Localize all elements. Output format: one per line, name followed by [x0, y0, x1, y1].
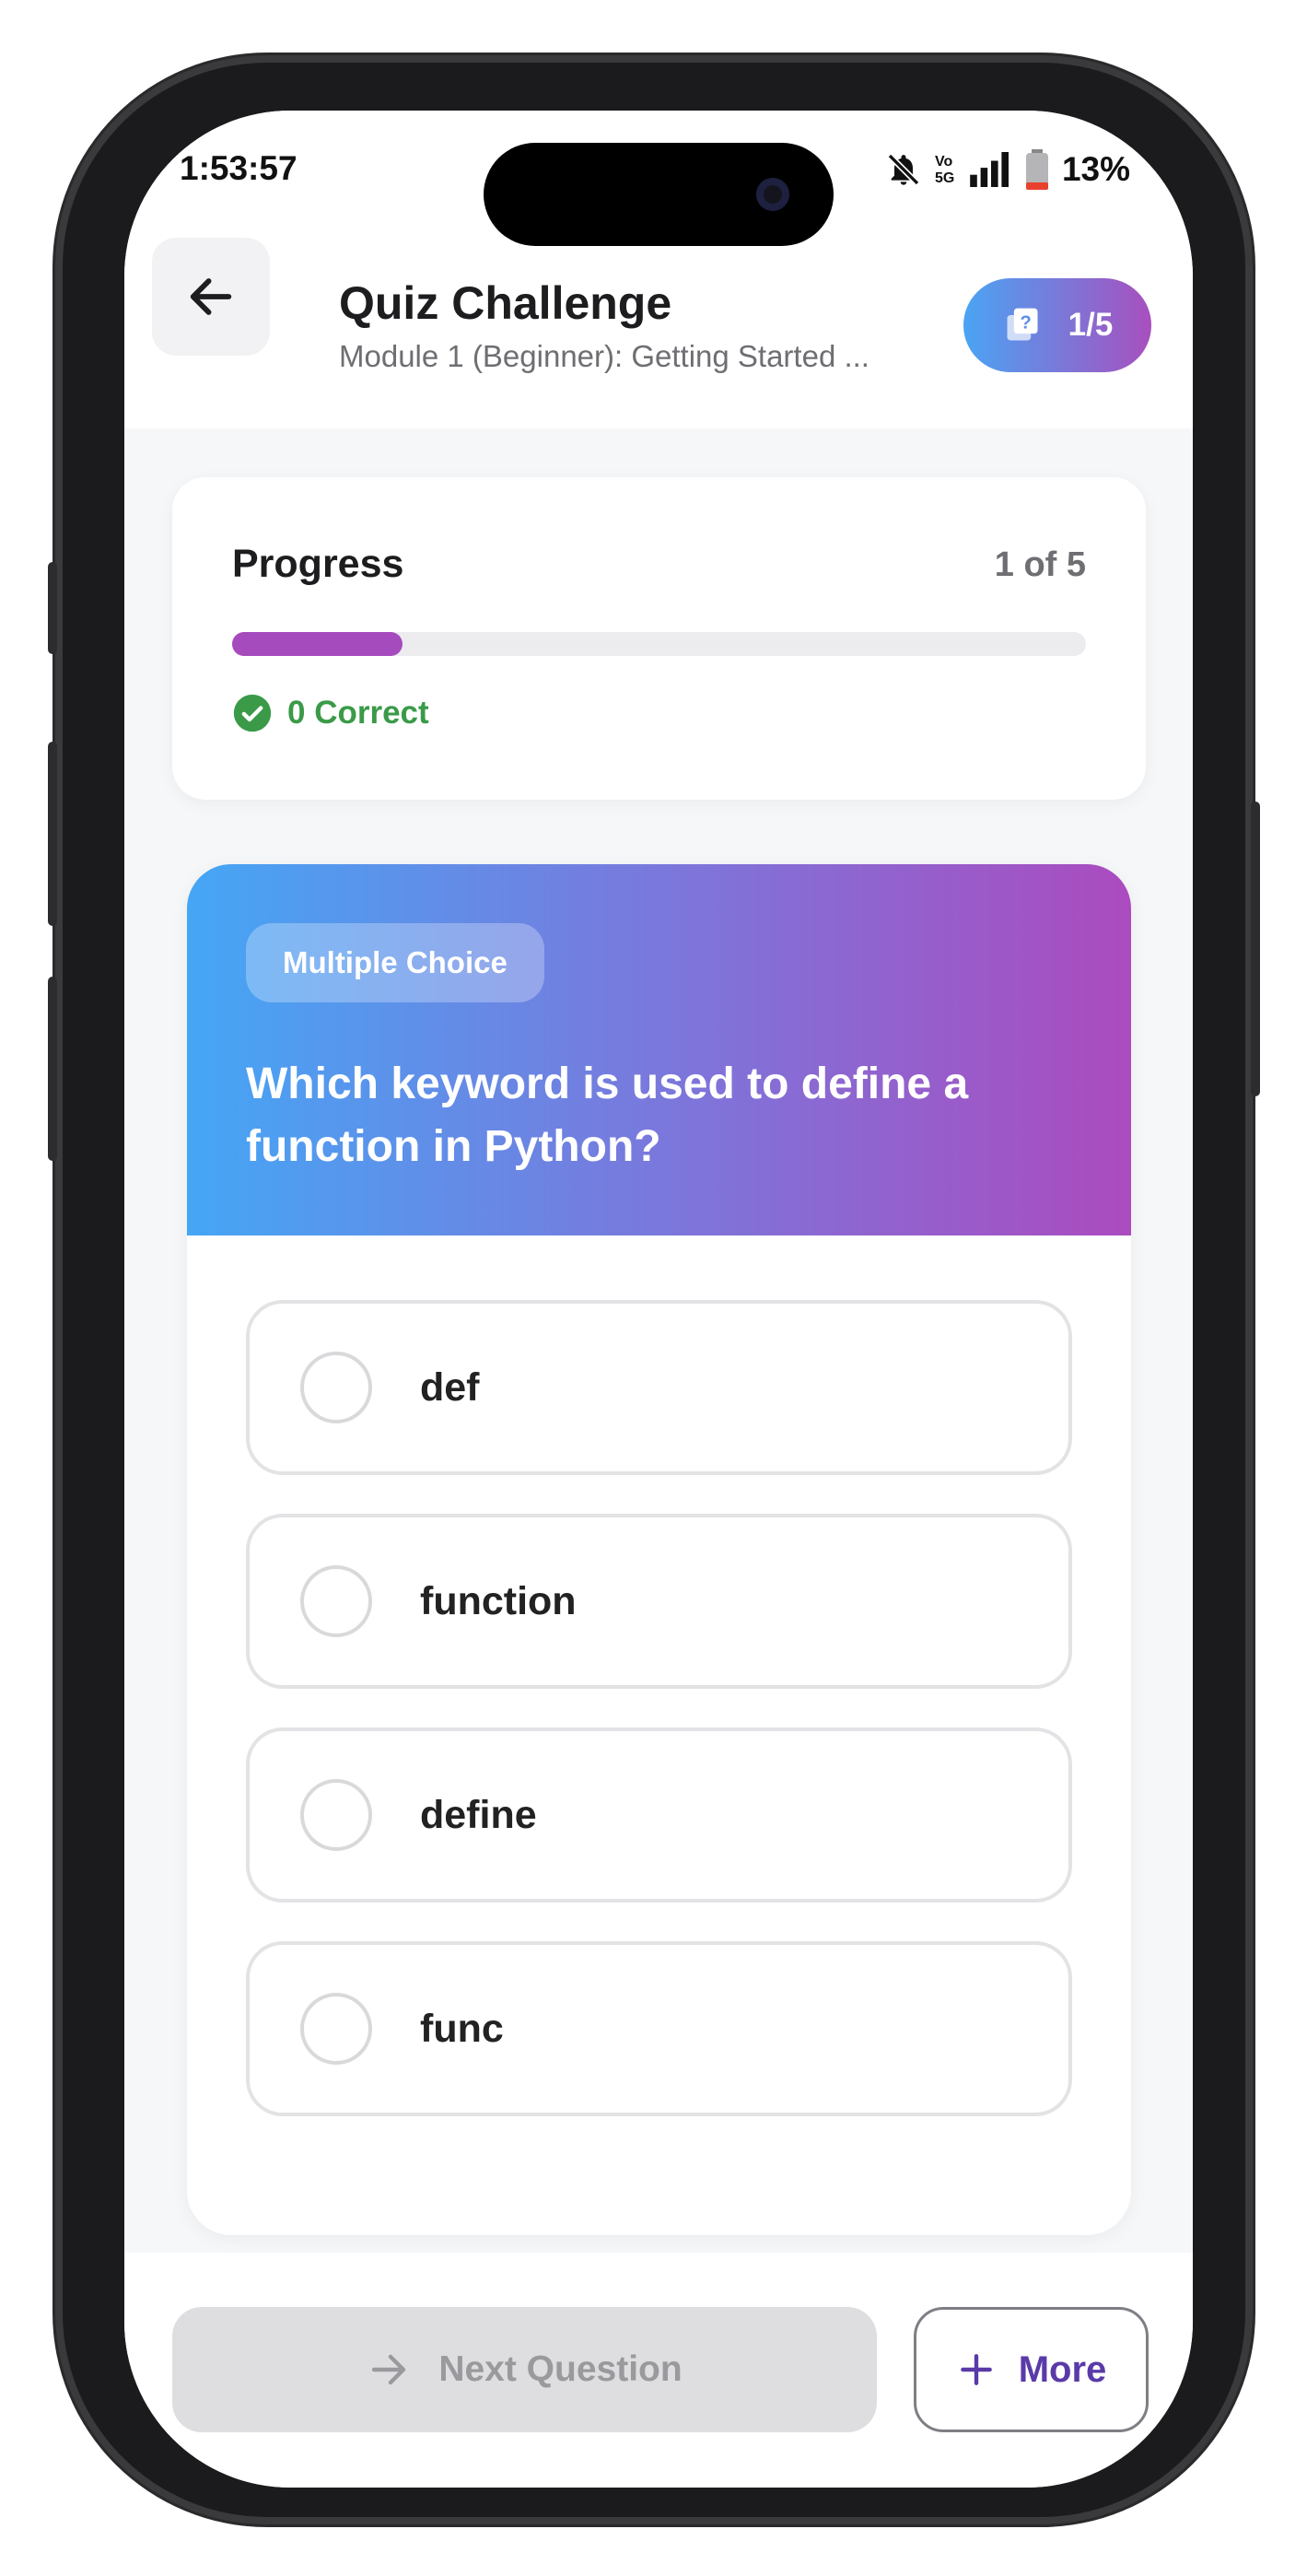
question-type-chip: Multiple Choice [246, 923, 544, 1002]
signal-icon [970, 152, 1009, 187]
module-subtitle: Module 1 (Beginner): Getting Started ... [339, 339, 869, 373]
svg-text:5G: 5G [935, 170, 954, 186]
status-bar: 1:53:57 Vo 5G 13% [124, 111, 1193, 249]
page-title: Quiz Challenge [339, 277, 672, 329]
radio-button[interactable] [300, 1565, 372, 1637]
mute-switch [48, 562, 57, 654]
bell-muted-icon [887, 153, 920, 186]
svg-text:?: ? [1020, 313, 1031, 334]
progress-card: Progress 1 of 5 0 Correct [172, 477, 1146, 800]
volte-icon: Vo 5G [935, 154, 954, 186]
question-header: Multiple Choice Which keyword is used to… [187, 864, 1131, 1235]
correct-count: 0 Correct [287, 695, 429, 731]
next-question-label: Next Question [438, 2349, 683, 2389]
battery-percent: 13% [1061, 150, 1130, 188]
volume-up-button [48, 742, 57, 926]
progress-bar [232, 632, 1086, 656]
arrow-right-icon [372, 2354, 406, 2385]
question-counter: 1/5 [1068, 307, 1114, 343]
answer-option[interactable]: function [246, 1514, 1072, 1689]
radio-button[interactable] [300, 1993, 372, 2065]
plus-icon [960, 2354, 992, 2385]
radio-button[interactable] [300, 1352, 372, 1423]
check-circle-icon [233, 694, 272, 732]
more-button[interactable]: More [914, 2307, 1149, 2432]
status-time: 1:53:57 [180, 149, 298, 187]
arrow-left-icon [190, 278, 232, 315]
dynamic-island [484, 143, 834, 246]
progress-label: Progress [232, 542, 404, 586]
question-card: Multiple Choice Which keyword is used to… [187, 864, 1131, 2235]
radio-button[interactable] [300, 1779, 372, 1851]
question-text: Which keyword is used to define a functi… [246, 1060, 969, 1171]
more-label: More [1018, 2348, 1107, 2390]
answer-option-label: define [420, 1792, 537, 1837]
progress-count: 1 of 5 [994, 545, 1086, 584]
answer-option-label: def [420, 1364, 480, 1410]
quiz-cards-icon: ? [1007, 308, 1038, 341]
front-camera [756, 178, 789, 211]
answer-option-label: func [420, 2006, 504, 2051]
answer-option-label: function [420, 1578, 577, 1623]
volume-down-button [48, 977, 57, 1161]
question-counter-badge: ? 1/5 [963, 278, 1151, 372]
progress-bar-fill [232, 632, 403, 656]
status-icons: Vo 5G 13% [885, 149, 1130, 190]
power-button [1251, 802, 1260, 1096]
phone-screen: 1:53:57 Vo 5G 13% Quiz Challenge Module … [124, 111, 1193, 2488]
answer-option[interactable]: define [246, 1727, 1072, 1903]
back-button[interactable] [152, 238, 270, 356]
correct-count-row: 0 Correct [232, 693, 429, 733]
answer-option[interactable]: def [246, 1300, 1072, 1475]
next-question-button[interactable]: Next Question [172, 2307, 877, 2432]
answer-option[interactable]: func [246, 1941, 1072, 2116]
battery-icon [1025, 149, 1048, 190]
svg-text:Vo: Vo [935, 154, 952, 170]
